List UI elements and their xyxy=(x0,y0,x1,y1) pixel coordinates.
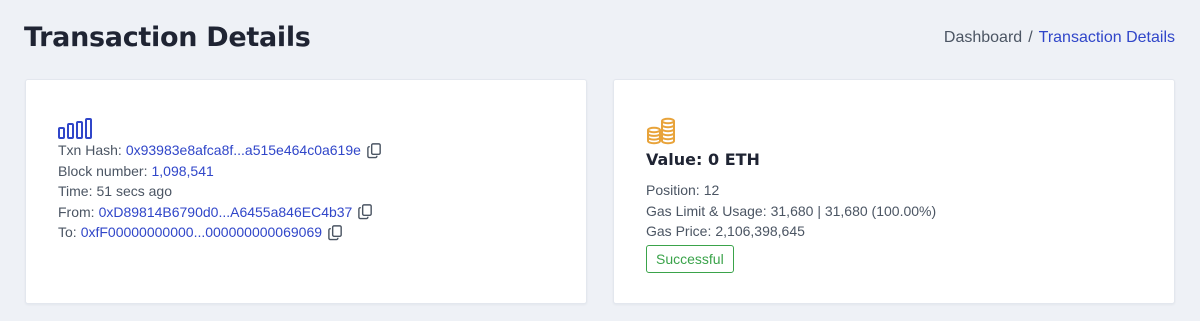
copy-icon[interactable] xyxy=(366,142,383,159)
txn-hash-row: Txn Hash: 0x93983e8afca8f...a515e464c0a6… xyxy=(58,140,566,161)
breadcrumb-separator: / xyxy=(1028,29,1033,46)
value-info-card: Value: 0 ETH Position: 12 Gas Limit & Us… xyxy=(613,79,1175,304)
copy-icon[interactable] xyxy=(327,224,344,241)
from-label: From: xyxy=(58,203,95,220)
time-row: Time: 51 secs ago xyxy=(58,181,566,202)
gas-limit-value: 31,680 | 31,680 (100.00%) xyxy=(770,202,937,219)
gas-price-value: 2,106,398,645 xyxy=(715,223,805,239)
status-badge: Successful xyxy=(646,244,734,273)
block-number-link[interactable]: 1,098,541 xyxy=(151,161,213,182)
from-address-link[interactable]: 0xD89814B6790d0...A6455a846EC4b37 xyxy=(99,202,353,223)
gas-limit-row: Gas Limit & Usage: 31,680 | 31,680 (100.… xyxy=(646,201,1154,222)
breadcrumb-current: Transaction Details xyxy=(1038,29,1175,46)
txn-hash-label: Txn Hash: xyxy=(58,142,122,158)
from-row: From: 0xD89814B6790d0...A6455a846EC4b37 xyxy=(58,202,566,223)
value-title: Value: 0 ETH xyxy=(646,150,760,169)
bar-chart-icon xyxy=(58,118,92,139)
to-label: To: xyxy=(58,224,77,240)
copy-icon[interactable] xyxy=(357,203,374,220)
page-title: Transaction Details xyxy=(24,22,311,53)
block-number-row: Block number: 1,098,541 xyxy=(58,161,566,182)
gas-price-label: Gas Price: xyxy=(646,223,712,239)
breadcrumb: Dashboard / Transaction Details xyxy=(944,29,1175,47)
position-value: 12 xyxy=(703,182,720,198)
to-address-link[interactable]: 0xfF00000000000...000000000069069 xyxy=(81,222,322,243)
time-label: Time: xyxy=(58,183,93,199)
coins-icon xyxy=(647,117,675,145)
gas-price-row: Gas Price: 2,106,398,645 xyxy=(646,221,1154,242)
block-number-label: Block number: xyxy=(58,162,148,179)
time-value: 51 secs ago xyxy=(96,183,172,199)
gas-limit-label: Gas Limit & Usage: xyxy=(646,202,767,219)
position-row: Position: 12 xyxy=(646,180,1154,201)
to-row: To: 0xfF00000000000...000000000069069 xyxy=(58,222,566,243)
txn-hash-link[interactable]: 0x93983e8afca8f...a515e464c0a619e xyxy=(126,140,361,161)
position-label: Position: xyxy=(646,182,700,198)
transaction-info-card: Txn Hash: 0x93983e8afca8f...a515e464c0a6… xyxy=(25,79,587,304)
breadcrumb-dashboard-link[interactable]: Dashboard xyxy=(944,29,1022,47)
